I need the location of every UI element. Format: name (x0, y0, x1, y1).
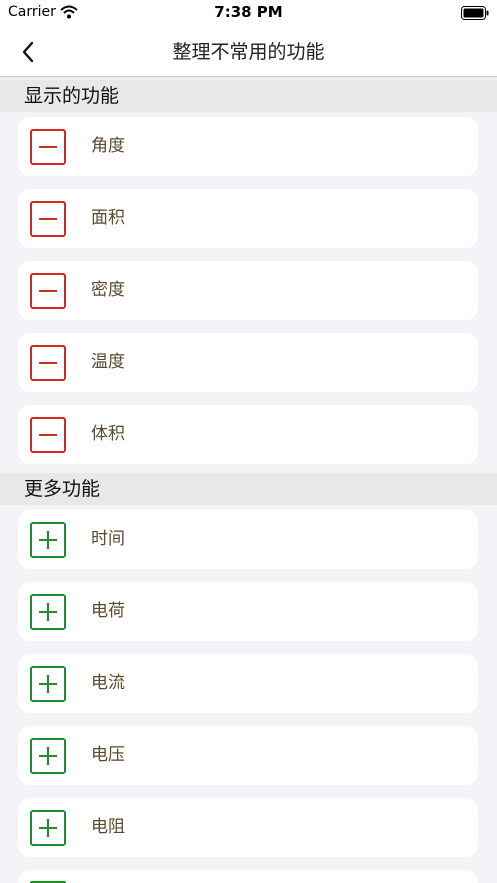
list-item[interactable]: 时间 (18, 510, 478, 569)
list-item[interactable]: 密度 (18, 261, 478, 320)
list-item[interactable]: 电流 (18, 654, 478, 713)
minus-icon[interactable] (30, 273, 66, 309)
item-label: 电压 (91, 745, 125, 765)
plus-icon[interactable] (30, 594, 66, 630)
item-label: 电荷 (91, 601, 125, 621)
item-label: 角度 (91, 136, 125, 156)
list-item[interactable]: 电压 (18, 726, 478, 785)
minus-icon[interactable] (30, 129, 66, 165)
list-item[interactable]: 体积 (18, 405, 478, 464)
list-item[interactable]: 温度 (18, 333, 478, 392)
status-time: 7:38 PM (214, 3, 283, 21)
list-item[interactable]: 电阻 (18, 798, 478, 857)
navigation-bar: 整理不常用的功能 (0, 28, 497, 76)
item-label: 电阻 (91, 817, 125, 837)
list-item[interactable]: 电荷 (18, 582, 478, 641)
section-header-shown: 显示的功能 (0, 80, 497, 112)
battery-icon (461, 5, 489, 24)
minus-icon[interactable] (30, 345, 66, 381)
item-label: 温度 (91, 352, 125, 372)
plus-icon[interactable] (30, 810, 66, 846)
list-item[interactable]: 面积 (18, 189, 478, 248)
section-header-more: 更多功能 (0, 473, 497, 505)
item-label: 时间 (91, 529, 125, 549)
item-label: 面积 (91, 208, 125, 228)
page-title: 整理不常用的功能 (172, 41, 325, 63)
status-bar: Carrier 7:38 PM (0, 0, 497, 28)
item-label: 电流 (91, 673, 125, 693)
item-label: 体积 (91, 424, 125, 444)
list-item[interactable] (18, 870, 478, 883)
back-button[interactable] (20, 36, 52, 68)
chevron-left-icon (22, 41, 34, 63)
minus-icon[interactable] (30, 417, 66, 453)
plus-icon[interactable] (30, 738, 66, 774)
plus-icon[interactable] (30, 666, 66, 702)
list-item[interactable]: 角度 (18, 117, 478, 176)
plus-icon[interactable] (30, 522, 66, 558)
item-label: 密度 (91, 280, 125, 300)
minus-icon[interactable] (30, 201, 66, 237)
